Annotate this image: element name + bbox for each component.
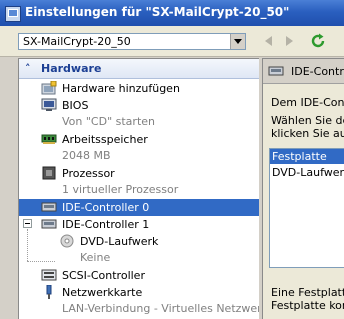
tree-item-bios[interactable]: BIOS xyxy=(19,97,259,114)
tree-item-dvd-drive[interactable]: DVD-Laufwerk xyxy=(19,233,259,250)
toolbar: SX-MailCrypt-20_50 xyxy=(0,26,344,57)
tree-item-label: IDE-Controller 0 xyxy=(62,201,150,214)
bios-icon xyxy=(41,98,57,111)
ide-controller-icon xyxy=(41,202,57,212)
ide-controller-icon xyxy=(268,66,284,76)
vm-selector-value: SX-MailCrypt-20_50 xyxy=(23,35,131,48)
list-item-label: DVD-Laufwerk xyxy=(272,166,344,179)
tree-item-ide-controller-1[interactable]: IDE-Controller 1 xyxy=(19,216,259,233)
tree-item-label: BIOS xyxy=(62,99,89,112)
details-footer-text: Festplatte konf xyxy=(271,299,344,312)
tree-item-label: IDE-Controller 1 xyxy=(62,218,150,231)
memory-icon xyxy=(41,134,57,144)
tree-item-processor[interactable]: Prozessor xyxy=(19,165,259,182)
dvd-drive-detail: Keine xyxy=(80,251,111,264)
processor-icon xyxy=(42,166,56,180)
details-instruction-line: Wählen Sie de xyxy=(271,114,344,127)
details-header-title: IDE-Contro xyxy=(291,65,344,78)
details-panel: IDE-Contro Dem IDE-Contr Wählen Sie de k… xyxy=(262,58,344,319)
tree-item-label: SCSI-Controller xyxy=(62,269,145,282)
processor-detail: 1 virtueller Prozessor xyxy=(62,183,179,196)
details-header: IDE-Contro xyxy=(263,59,344,84)
back-arrow-icon[interactable] xyxy=(262,34,276,48)
hardware-tree-panel: ˄ Hardware Hardware hinzufügen BIOS Von … xyxy=(18,58,259,319)
hardware-section-header[interactable]: ˄ Hardware xyxy=(19,59,259,79)
chevron-down-icon[interactable] xyxy=(230,34,245,49)
tree-item-ide-controller-0[interactable]: IDE-Controller 0 xyxy=(19,199,259,216)
tree-item-memory[interactable]: Arbeitsspeicher xyxy=(19,131,259,148)
bios-detail: Von "CD" starten xyxy=(62,115,155,128)
network-adapter-detail: LAN-Verbindung - Virtuelles Netzwerk xyxy=(62,302,259,315)
forward-arrow-icon[interactable] xyxy=(282,34,296,48)
tree-item-add-hardware[interactable]: Hardware hinzufügen xyxy=(19,80,259,97)
details-instruction-line: klicken Sie auf xyxy=(271,127,344,140)
tree-item-label: DVD-Laufwerk xyxy=(80,235,159,248)
memory-detail: 2048 MB xyxy=(62,149,111,162)
network-adapter-icon xyxy=(46,285,52,299)
collapse-toggle-icon[interactable] xyxy=(23,219,32,228)
device-type-list[interactable]: Festplatte DVD-Laufwerk xyxy=(269,148,344,268)
tree-item-label: Hardware hinzufügen xyxy=(62,82,180,95)
tree-item-label: Arbeitsspeicher xyxy=(62,133,148,146)
hardware-section-title: Hardware xyxy=(41,62,102,75)
details-description: Dem IDE-Contr xyxy=(271,96,344,109)
tree-item-label: Netzwerkkarte xyxy=(62,286,143,299)
list-item-label: Festplatte xyxy=(272,150,327,163)
details-footer-text: Eine Festplatte xyxy=(271,286,344,299)
dvd-disc-icon xyxy=(60,234,74,248)
list-item-hard-disk[interactable]: Festplatte xyxy=(270,149,344,164)
settings-window-icon xyxy=(5,6,21,22)
tree-item-network-adapter[interactable]: Netzwerkkarte xyxy=(19,284,259,301)
add-hardware-icon xyxy=(41,81,57,95)
window-title: Einstellungen für "SX-MailCrypt-20_50" xyxy=(25,5,290,19)
tree-item-scsi-controller[interactable]: SCSI-Controller xyxy=(19,267,259,284)
list-item-dvd-drive[interactable]: DVD-Laufwerk xyxy=(270,165,344,180)
ide-controller-icon xyxy=(41,219,57,229)
collapse-chevron-icon[interactable]: ˄ xyxy=(25,62,31,75)
refresh-icon[interactable] xyxy=(310,33,326,49)
tree-item-label: Prozessor xyxy=(62,167,115,180)
vm-selector[interactable]: SX-MailCrypt-20_50 xyxy=(18,33,246,50)
scsi-controller-icon xyxy=(41,269,57,281)
tree-connector-line xyxy=(27,261,55,262)
title-bar: Einstellungen für "SX-MailCrypt-20_50" xyxy=(0,0,344,26)
